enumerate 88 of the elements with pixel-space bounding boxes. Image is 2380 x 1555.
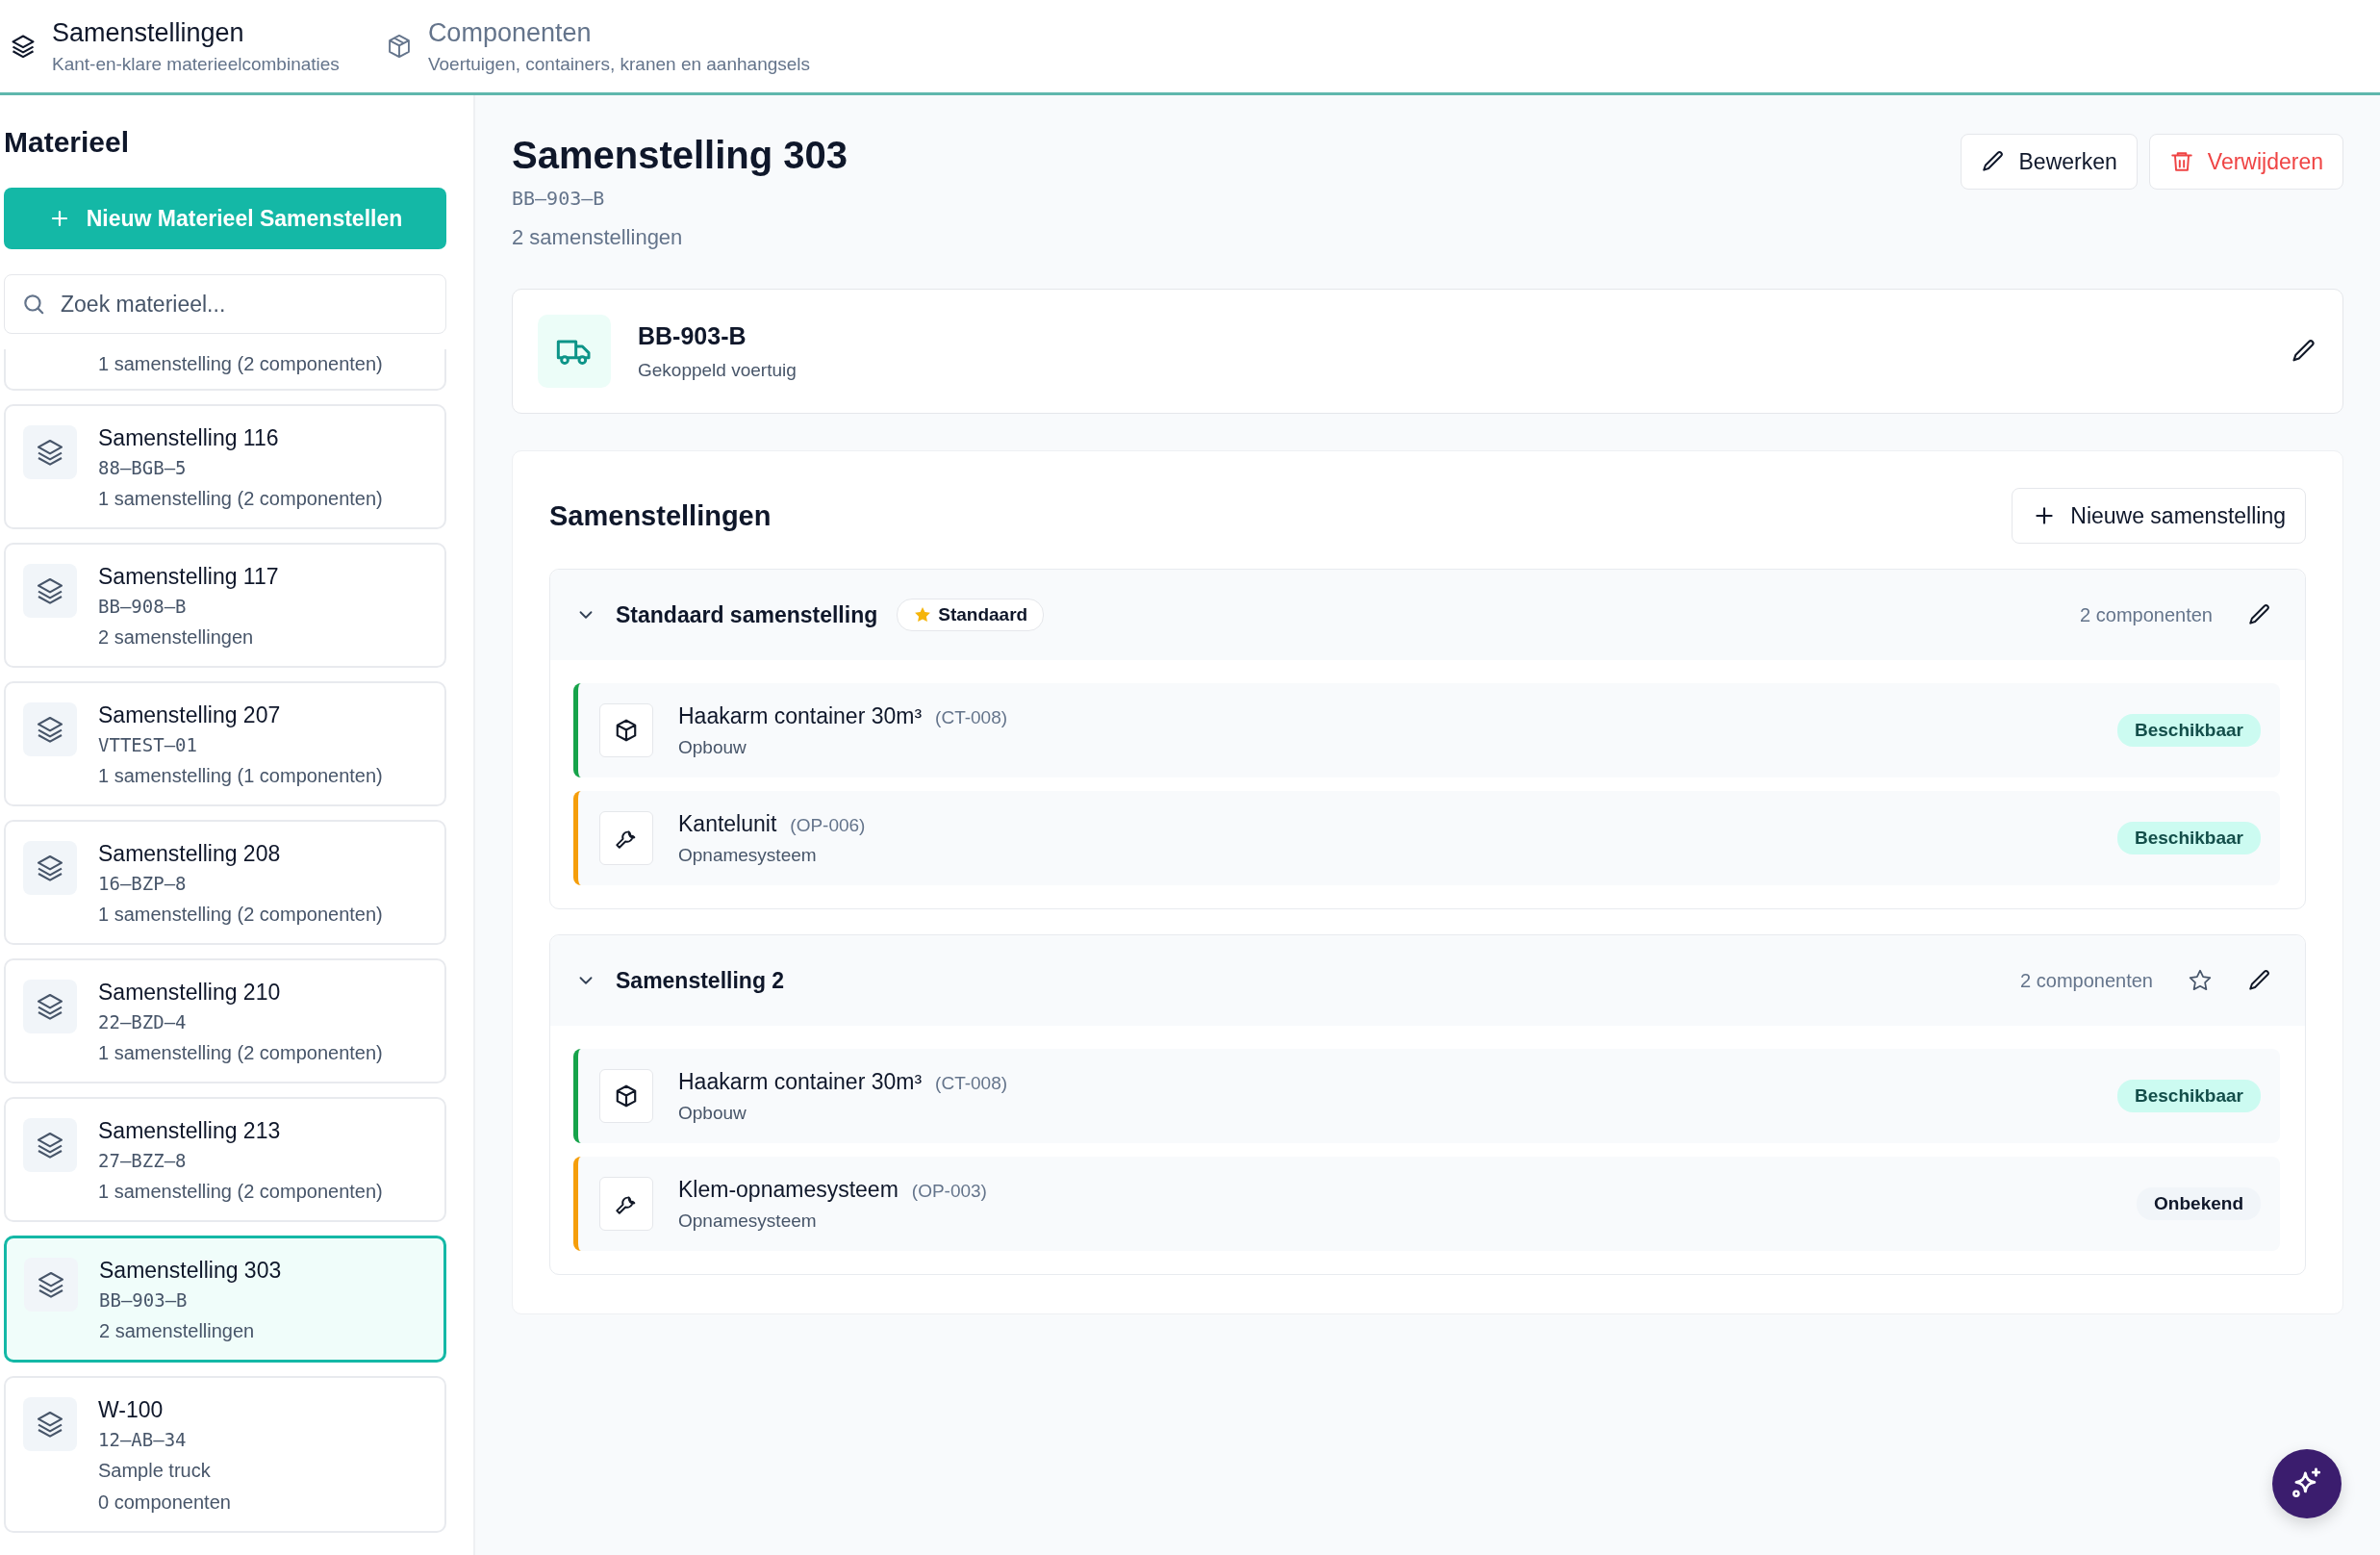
status-badge: Beschikbaar (2117, 714, 2261, 747)
component-name: Kantelunit (678, 810, 777, 837)
license-plate: VTTEST–01 (98, 734, 198, 755)
license-plate: 27–BZZ–8 (98, 1150, 188, 1171)
license-plate: 22–BZD–4 (98, 1011, 188, 1032)
materieel-card[interactable]: Samenstelling 210 22–BZD–4 1 samenstelling (2 componenten) (4, 958, 446, 1083)
materieel-card[interactable]: W-100 12–AB–34 Sample truck 0 componenten (4, 1376, 446, 1533)
pencil-icon (1980, 149, 2006, 174)
component-code: (CT-008) (935, 1072, 1008, 1094)
layers-icon (23, 425, 77, 479)
component-code: (CT-008) (935, 706, 1008, 728)
status-badge: Beschikbaar (2117, 822, 2261, 854)
card-meta: 2 samenstellingen (98, 626, 255, 649)
card-meta: Sample truck (98, 1460, 212, 1482)
card-title: Samenstelling 208 (98, 841, 282, 867)
new-composition-button[interactable]: Nieuwe samenstelling (2012, 488, 2306, 544)
layers-icon (10, 33, 37, 60)
layers-icon (23, 1397, 77, 1451)
card-title: Samenstelling 213 (98, 1118, 282, 1144)
delete-button[interactable]: Verwijderen (2148, 134, 2343, 190)
nav-tab[interactable]: Componenten Voertuigen, containers, kranen en aanhangsels (385, 17, 811, 75)
component-code: (OP-006) (790, 814, 866, 836)
card-title: W-100 (98, 1397, 165, 1423)
group-title: Standaard samenstelling (616, 601, 878, 628)
trash-icon (2168, 149, 2194, 174)
card-meta: 1 samenstelling (2 componenten) (98, 1042, 383, 1064)
materieel-card[interactable]: Samenstelling 208 16–BZP–8 1 samenstelling (2 componenten) (4, 820, 446, 945)
layers-icon (24, 1258, 78, 1312)
license-plate: 88–BGB–5 (98, 457, 188, 478)
card-meta: 1 samenstelling (2 componenten) (98, 353, 383, 375)
card-title: Samenstelling 303 (99, 1258, 282, 1284)
component-name: Haakarm container 30m³ (678, 1068, 923, 1095)
card-title: Samenstelling 210 (98, 980, 282, 1006)
star-icon[interactable] (2188, 968, 2213, 993)
box-icon (614, 1083, 639, 1109)
card-meta: 0 componenten (98, 1491, 231, 1514)
layers-icon (23, 702, 77, 756)
license-plate: 16–BZP–8 (98, 873, 188, 894)
summary-text: 2 samenstellingen (512, 225, 684, 250)
card-meta: 1 samenstelling (2 componenten) (98, 488, 383, 510)
box-icon (614, 718, 639, 743)
search-icon (21, 292, 46, 317)
vehicle-label: Gekoppeld voertuig (638, 359, 798, 381)
materieel-card[interactable]: Samenstelling 303 BB–903–B 2 samenstellingen (4, 1236, 446, 1363)
license-plate: BB–908–B (98, 596, 188, 617)
card-meta: 1 samenstelling (1 componenten) (98, 765, 383, 787)
status-badge: Onbekend (2137, 1187, 2261, 1220)
section-title: Samenstellingen (549, 499, 772, 532)
component-code: (OP-003) (911, 1180, 987, 1202)
layers-icon (23, 564, 77, 618)
materieel-card[interactable]: Samenstelling 117 BB–908–B 2 samenstellingen (4, 543, 446, 668)
layers-icon (23, 980, 77, 1033)
layers-icon (23, 1118, 77, 1172)
card-meta: 1 samenstelling (2 componenten) (98, 1181, 383, 1203)
component-type: Opbouw (678, 1102, 747, 1124)
card-title: Samenstelling 116 (98, 425, 280, 451)
component-name: Klem-opnamesysteem (678, 1176, 899, 1203)
card-title: Samenstelling 207 (98, 702, 282, 728)
materieel-card[interactable]: Samenstelling 207 VTTEST–01 1 samenstelling (1 componenten) (4, 681, 446, 806)
component-type: Opbouw (678, 736, 747, 758)
assistant-button[interactable] (2272, 1449, 2342, 1518)
vehicle-plate: BB-903-B (638, 321, 747, 350)
layers-icon (23, 841, 77, 895)
sidebar-title: Materieel (4, 126, 131, 159)
card-meta: 2 samenstellingen (99, 1320, 256, 1342)
nav-tab[interactable]: Samenstellingen Kant-en-klare materieelcombinaties (10, 17, 340, 75)
component-count: 2 componenten (2020, 969, 2153, 992)
materieel-card[interactable]: Samenstelling 213 27–BZZ–8 1 samenstelling (2 componenten) (4, 1097, 446, 1222)
license-plate: BB–903–B (512, 187, 606, 210)
search-field[interactable]: Zoek materieel... (4, 274, 446, 334)
page-title: Samenstelling 303 (512, 134, 848, 177)
materieel-card[interactable]: 1 samenstelling (2 componenten) (4, 349, 446, 391)
component-type: Opnamesysteem (678, 1210, 818, 1232)
status-badge: Beschikbaar (2117, 1080, 2261, 1112)
component-name: Haakarm container 30m³ (678, 702, 923, 729)
card-meta: 1 samenstelling (2 componenten) (98, 904, 383, 926)
pencil-icon[interactable] (2247, 602, 2272, 627)
license-plate: 12–AB–34 (98, 1429, 188, 1450)
license-plate: BB–903–B (99, 1289, 189, 1311)
edit-button[interactable]: Bewerken (1960, 134, 2138, 190)
materieel-card[interactable]: Samenstelling 116 88–BGB–5 1 samenstelling (2 componenten) (4, 404, 446, 529)
group-title: Samenstelling 2 (616, 967, 785, 994)
component-count: 2 componenten (2080, 603, 2213, 626)
truck-icon (538, 315, 611, 388)
pencil-icon[interactable] (2247, 968, 2272, 993)
card-title: Samenstelling 117 (98, 564, 279, 590)
component-type: Opnamesysteem (678, 844, 818, 866)
default-badge: Standaard (897, 599, 1045, 631)
